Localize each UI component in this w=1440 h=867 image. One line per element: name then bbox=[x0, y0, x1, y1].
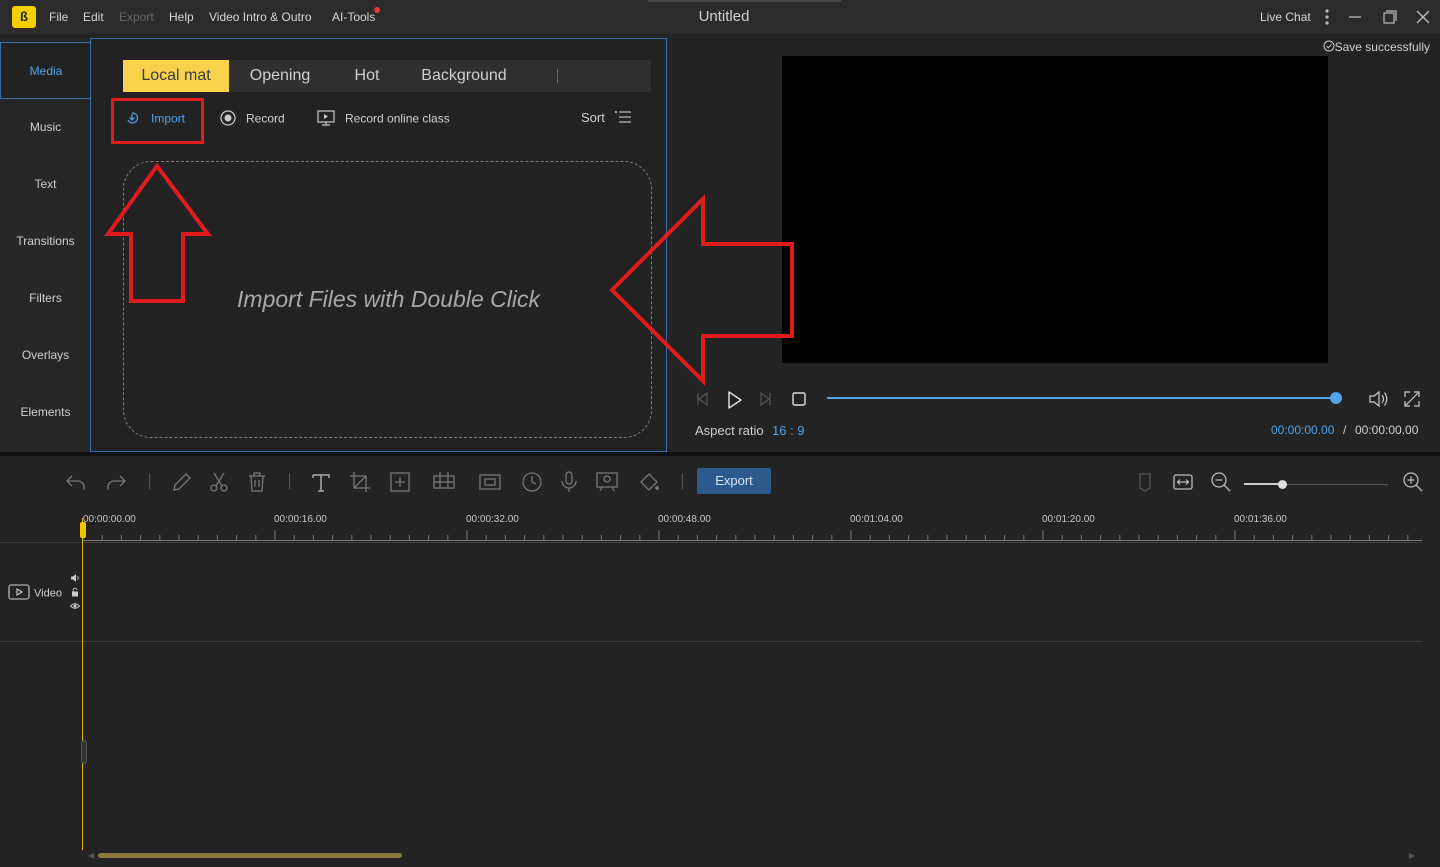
toolbar-separator bbox=[289, 473, 290, 489]
tab-opening[interactable]: Opening bbox=[235, 60, 325, 92]
live-chat-button[interactable]: Live Chat bbox=[1260, 10, 1311, 24]
playhead-handle[interactable] bbox=[80, 522, 86, 538]
track-divider bbox=[0, 542, 1422, 543]
ruler-ticks bbox=[82, 530, 1409, 540]
sort-list-icon bbox=[614, 110, 632, 127]
side-tab-bar: Media Music Text Transitions Filters Ove… bbox=[0, 38, 91, 452]
track-area[interactable]: Video bbox=[0, 542, 1440, 867]
media-category-tabs: Local mat Opening Hot Background bbox=[123, 60, 651, 92]
title-bar: ß File Edit Export Help Video Intro & Ou… bbox=[0, 0, 1440, 34]
scroll-right-arrow[interactable]: ▶ bbox=[1409, 851, 1415, 860]
current-time: 00:00:00.00 bbox=[1271, 423, 1335, 437]
playback-progress-knob[interactable] bbox=[1330, 392, 1342, 404]
side-tab-music[interactable]: Music bbox=[0, 99, 91, 156]
restore-icon[interactable] bbox=[1377, 6, 1401, 28]
toolbar-separator bbox=[149, 473, 150, 489]
video-track-header: Video bbox=[8, 584, 62, 603]
track-mute-icon[interactable] bbox=[70, 572, 80, 582]
scissors-icon[interactable] bbox=[207, 470, 231, 494]
playhead-line[interactable] bbox=[82, 518, 83, 850]
speed-clock-icon[interactable] bbox=[520, 470, 544, 494]
redo-icon[interactable] bbox=[104, 470, 128, 494]
side-tab-filters[interactable]: Filters bbox=[0, 270, 91, 327]
screen-record-icon bbox=[317, 110, 335, 129]
timeline-ruler[interactable]: 00:00:00.00 00:00:16.00 00:00:32.00 00:0… bbox=[0, 508, 1440, 542]
screen-recorder-icon[interactable] bbox=[595, 470, 619, 494]
minimize-icon[interactable] bbox=[1343, 6, 1367, 28]
microphone-icon[interactable] bbox=[557, 470, 581, 494]
track-divider bbox=[0, 641, 1422, 642]
zoom-frame-icon[interactable] bbox=[388, 470, 412, 494]
previous-frame-icon[interactable] bbox=[693, 389, 713, 412]
save-status-label: Save successfully bbox=[1334, 40, 1430, 54]
tab-hot[interactable]: Hot bbox=[337, 60, 397, 92]
delete-icon[interactable] bbox=[245, 470, 269, 494]
preview-panel: Save successfully Aspect ratio 16 : 9 00… bbox=[671, 38, 1440, 452]
edit-pencil-icon[interactable] bbox=[170, 470, 194, 494]
side-tab-elements[interactable]: Elements bbox=[0, 384, 91, 441]
side-tab-overlays[interactable]: Overlays bbox=[0, 327, 91, 384]
video-track-label: Video bbox=[34, 587, 62, 600]
timeline-horizontal-scrollbar[interactable] bbox=[98, 853, 402, 858]
stop-icon[interactable] bbox=[789, 389, 809, 412]
record-icon bbox=[220, 110, 236, 129]
side-tab-transitions[interactable]: Transitions bbox=[0, 213, 91, 270]
text-tool-icon[interactable] bbox=[309, 470, 333, 494]
media-drop-zone[interactable]: Import Files with Double Click bbox=[123, 161, 652, 438]
time-separator: / bbox=[1343, 423, 1347, 437]
record-online-class-label: Record online class bbox=[345, 111, 450, 126]
mosaic-icon[interactable] bbox=[432, 470, 456, 494]
close-icon[interactable] bbox=[1411, 6, 1435, 28]
play-icon[interactable] bbox=[723, 389, 745, 414]
sort-label: Sort bbox=[581, 110, 605, 125]
marker-icon[interactable] bbox=[1133, 470, 1157, 494]
freeze-frame-icon[interactable] bbox=[478, 470, 502, 494]
tab-local-material[interactable]: Local mat bbox=[123, 60, 229, 92]
sort-button[interactable]: Sort bbox=[581, 110, 632, 127]
scroll-left-arrow[interactable]: ◀ bbox=[88, 851, 94, 860]
check-circle-icon bbox=[1323, 40, 1335, 55]
undo-icon[interactable] bbox=[64, 470, 88, 494]
playhead-grip[interactable] bbox=[81, 740, 87, 764]
more-options-icon[interactable] bbox=[1315, 6, 1339, 28]
next-frame-icon[interactable] bbox=[755, 389, 775, 412]
export-button[interactable]: Export bbox=[697, 468, 771, 494]
media-panel: Local mat Opening Hot Background Import … bbox=[90, 38, 667, 452]
playback-progress-bar[interactable] bbox=[827, 397, 1337, 399]
crop-icon[interactable] bbox=[348, 470, 372, 494]
zoom-out-icon[interactable] bbox=[1209, 470, 1233, 494]
volume-icon[interactable] bbox=[1367, 389, 1391, 412]
import-highlight-box bbox=[111, 98, 204, 144]
track-lock-icon[interactable] bbox=[70, 586, 80, 597]
record-online-class-button[interactable]: Record online class bbox=[317, 110, 450, 130]
timeline-zoom-knob[interactable] bbox=[1278, 480, 1287, 489]
tab-separator bbox=[557, 69, 558, 83]
tab-background[interactable]: Background bbox=[407, 60, 521, 92]
title-underline bbox=[648, 0, 841, 2]
ruler-baseline bbox=[83, 540, 1422, 541]
color-fill-icon[interactable] bbox=[637, 470, 661, 494]
toolbar-separator bbox=[682, 473, 683, 489]
record-label: Record bbox=[246, 111, 285, 126]
aspect-ratio-label: Aspect ratio bbox=[695, 423, 764, 438]
total-time: 00:00:00.00 bbox=[1355, 423, 1419, 437]
zoom-in-icon[interactable] bbox=[1401, 470, 1425, 494]
video-preview-screen[interactable] bbox=[782, 56, 1328, 363]
track-visibility-icon[interactable] bbox=[69, 600, 81, 610]
side-tab-text[interactable]: Text bbox=[0, 156, 91, 213]
fullscreen-icon[interactable] bbox=[1402, 389, 1422, 412]
drop-zone-hint: Import Files with Double Click bbox=[237, 286, 540, 312]
window-title: Untitled bbox=[698, 8, 750, 25]
fit-timeline-icon[interactable] bbox=[1171, 470, 1195, 494]
side-tab-media[interactable]: Media bbox=[0, 42, 91, 99]
aspect-ratio-selector[interactable]: 16 : 9 bbox=[772, 423, 805, 438]
save-status: Save successfully bbox=[1323, 40, 1430, 55]
record-button[interactable]: Record bbox=[220, 110, 285, 130]
timeline-toolbar: Export bbox=[0, 456, 1440, 508]
video-track-icon bbox=[8, 584, 30, 603]
